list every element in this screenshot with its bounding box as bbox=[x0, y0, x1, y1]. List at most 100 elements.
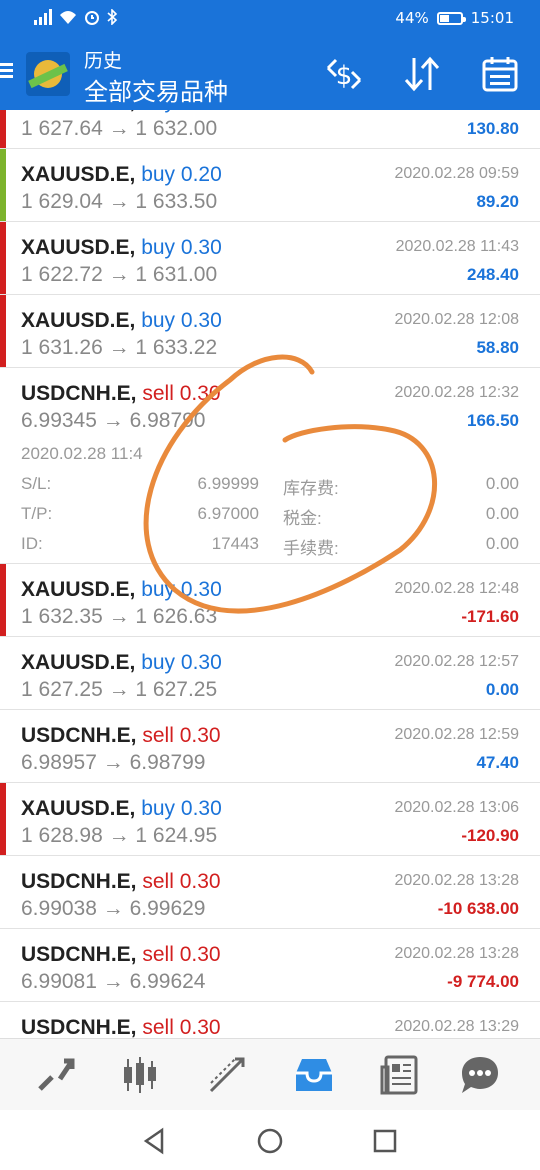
app-bar: 历史 全部交易品种 $ bbox=[0, 38, 540, 110]
trade-time: 2020.02.28 13:06 bbox=[394, 799, 519, 816]
home-icon[interactable] bbox=[255, 1126, 285, 1156]
trade-profit: 89.20 bbox=[476, 192, 519, 211]
trade-profit: 47.40 bbox=[476, 753, 519, 772]
back-icon[interactable] bbox=[140, 1126, 170, 1156]
status-icons bbox=[34, 9, 118, 25]
recents-icon[interactable] bbox=[370, 1126, 400, 1156]
trade-row[interactable]: USDCNH.E, sell 0.30 2020.02.28 13:29 bbox=[0, 1002, 540, 1038]
trade-time: 2020.02.28 12:32 bbox=[394, 384, 519, 401]
quotes-icon[interactable] bbox=[34, 1053, 78, 1097]
trade-volume: 0.30 bbox=[180, 797, 222, 820]
battery-icon bbox=[436, 11, 466, 25]
trade-symbol: XAUUSD.E, bbox=[21, 163, 136, 186]
trade-row[interactable]: XAUUSD.E, buy 0.301 627.64 → 1 632.00202… bbox=[0, 110, 540, 149]
trade-time: 2020.02.28 09:59 bbox=[394, 165, 519, 182]
trade-symbol: XAUUSD.E, bbox=[21, 797, 136, 820]
detail-label: 库存费: bbox=[283, 479, 339, 498]
trade-symbol-line: XAUUSD.E, buy 0.30 bbox=[21, 651, 222, 675]
trade-profit: 166.50 bbox=[467, 411, 519, 430]
calendar-icon[interactable] bbox=[478, 54, 522, 94]
trade-history-list[interactable]: XAUUSD.E, buy 0.30 1 627.64 → 1 632.00 202… bbox=[0, 110, 540, 1038]
trade-time: 2020.02.28 13:28 bbox=[394, 945, 519, 962]
trade-row[interactable]: USDCNH.E, sell 0.30 6.98957 → 6.98799 2020… bbox=[0, 710, 540, 783]
trade-detail-row: T/P: 6.97000 税金: 0.00 bbox=[21, 504, 519, 530]
trade-side: buy bbox=[141, 578, 176, 601]
detail-value: 6.99999 bbox=[197, 474, 259, 493]
detail-value: 0.00 bbox=[485, 534, 519, 553]
trade-side: buy bbox=[141, 110, 175, 113]
news-icon[interactable] bbox=[378, 1053, 422, 1097]
trade-color-bar bbox=[0, 783, 6, 855]
symbol-filter[interactable]: 全部交易品种 bbox=[84, 72, 228, 107]
trade-volume: 0.30 bbox=[179, 382, 221, 405]
trade-volume: 0.20 bbox=[180, 163, 222, 186]
trade-row[interactable]: XAUUSD.E, buy 0.30 1 628.98 → 1 624.95 202… bbox=[0, 783, 540, 856]
trade-symbol: XAUUSD.E, bbox=[21, 110, 135, 113]
app-logo[interactable] bbox=[26, 52, 70, 96]
trade-time: 2020.02.28 12:57 bbox=[394, 653, 519, 670]
trade-symbol: USDCNH.E, bbox=[21, 724, 137, 747]
trade-row[interactable]: USDCNH.E, sell 0.30 6.99081 → 6.99624 2020… bbox=[0, 929, 540, 1002]
trade-side: buy bbox=[141, 309, 176, 332]
trade-time: 2020.02.28 13:28 bbox=[394, 872, 519, 889]
trade-prices: 6.98957 → 6.98799 bbox=[21, 751, 206, 774]
trade-detail-row: S/L: 6.99999 库存费: 0.00 bbox=[21, 474, 519, 500]
trade-profit: -171.60 bbox=[461, 607, 519, 626]
trade-symbol-line: XAUUSD.E, buy 0.30 bbox=[21, 309, 222, 333]
trade-side: sell bbox=[142, 382, 174, 405]
trade-volume: 0.30 bbox=[179, 724, 221, 747]
trade-volume: 0.30 bbox=[179, 870, 221, 893]
history-icon[interactable] bbox=[292, 1053, 336, 1097]
trade-profit: 58.80 bbox=[476, 338, 519, 357]
trade-color-bar bbox=[0, 110, 6, 148]
trade-symbol-line: USDCNH.E, sell 0.30 bbox=[21, 1016, 221, 1038]
clock: 15:01 bbox=[470, 9, 514, 27]
menu-icon[interactable] bbox=[0, 60, 16, 86]
trade-color-bar bbox=[0, 149, 6, 221]
chat-icon[interactable] bbox=[458, 1053, 502, 1097]
wifi-icon bbox=[60, 11, 76, 24]
trade-prices: 1 627.64 → 1 632.00 bbox=[21, 117, 218, 140]
trade-time: 2020.02.28 12:08 bbox=[394, 311, 519, 328]
chart-icon[interactable] bbox=[118, 1053, 162, 1097]
trade-profit: 130.80 bbox=[467, 119, 519, 138]
trade-open-time: 2020.02.28 11:4 bbox=[21, 444, 143, 463]
trade-prices: 6.99345 → 6.98790 bbox=[21, 409, 206, 432]
trade-prices: 6.99038 → 6.99629 bbox=[21, 897, 206, 920]
trade-prices: 1 622.72 → 1 631.00 bbox=[21, 263, 218, 286]
trade-row[interactable]: XAUUSD.E, buy 0.30 1 627.25 → 1 627.25 202… bbox=[0, 637, 540, 710]
signal-icon bbox=[34, 9, 52, 25]
detail-label: 税金: bbox=[283, 509, 322, 528]
trade-prices: 1 628.98 → 1 624.95 bbox=[21, 824, 218, 847]
trade-side: sell bbox=[142, 1016, 174, 1038]
trade-profit: -120.90 bbox=[461, 826, 519, 845]
trade-row[interactable]: XAUUSD.E, buy 0.30 1 622.72 → 1 631.00 202… bbox=[0, 222, 540, 295]
trade-volume: 0.30 bbox=[181, 110, 222, 113]
status-bar: 44% 15:01 bbox=[0, 0, 540, 38]
trade-row[interactable]: USDCNH.E, sell 0.30 6.99345 → 6.98790 2020… bbox=[0, 368, 540, 564]
trade-row[interactable]: XAUUSD.E, buy 0.20 1 629.04 → 1 633.50 202… bbox=[0, 149, 540, 222]
trade-icon[interactable] bbox=[205, 1053, 249, 1097]
svg-text:$: $ bbox=[336, 61, 353, 91]
trade-color-bar bbox=[0, 564, 6, 636]
trade-row[interactable]: XAUUSD.E, buy 0.30 1 632.35 → 1 626.63 202… bbox=[0, 564, 540, 637]
trade-row[interactable]: USDCNH.E, sell 0.30 6.99038 → 6.99629 2020… bbox=[0, 856, 540, 929]
trade-row[interactable]: XAUUSD.E, buy 0.30 1 631.26 → 1 633.22 202… bbox=[0, 295, 540, 368]
trade-prices: 1 631.26 → 1 633.22 bbox=[21, 336, 218, 359]
bottom-navigation bbox=[0, 1038, 540, 1110]
trade-side: sell bbox=[142, 943, 174, 966]
trade-symbol: USDCNH.E, bbox=[21, 1016, 137, 1038]
trade-volume: 0.30 bbox=[180, 578, 222, 601]
sort-icon[interactable] bbox=[400, 54, 444, 94]
trade-profit: -10 638.00 bbox=[437, 899, 519, 918]
trade-symbol-line: XAUUSD.E, buy 0.20 bbox=[21, 163, 222, 187]
trade-volume: 0.30 bbox=[179, 1016, 221, 1038]
trade-prices: 1 627.25 → 1 627.25 bbox=[21, 678, 218, 701]
detail-label: T/P: bbox=[21, 504, 53, 523]
trade-time: 2020.02.28 12:48 bbox=[394, 580, 519, 597]
trade-side: sell bbox=[142, 870, 174, 893]
detail-label: 手续费: bbox=[283, 539, 339, 558]
system-navigation-bar bbox=[0, 1110, 540, 1170]
trade-prices: 1 629.04 → 1 633.50 bbox=[21, 190, 218, 213]
currency-exchange-icon[interactable]: $ bbox=[322, 54, 366, 94]
